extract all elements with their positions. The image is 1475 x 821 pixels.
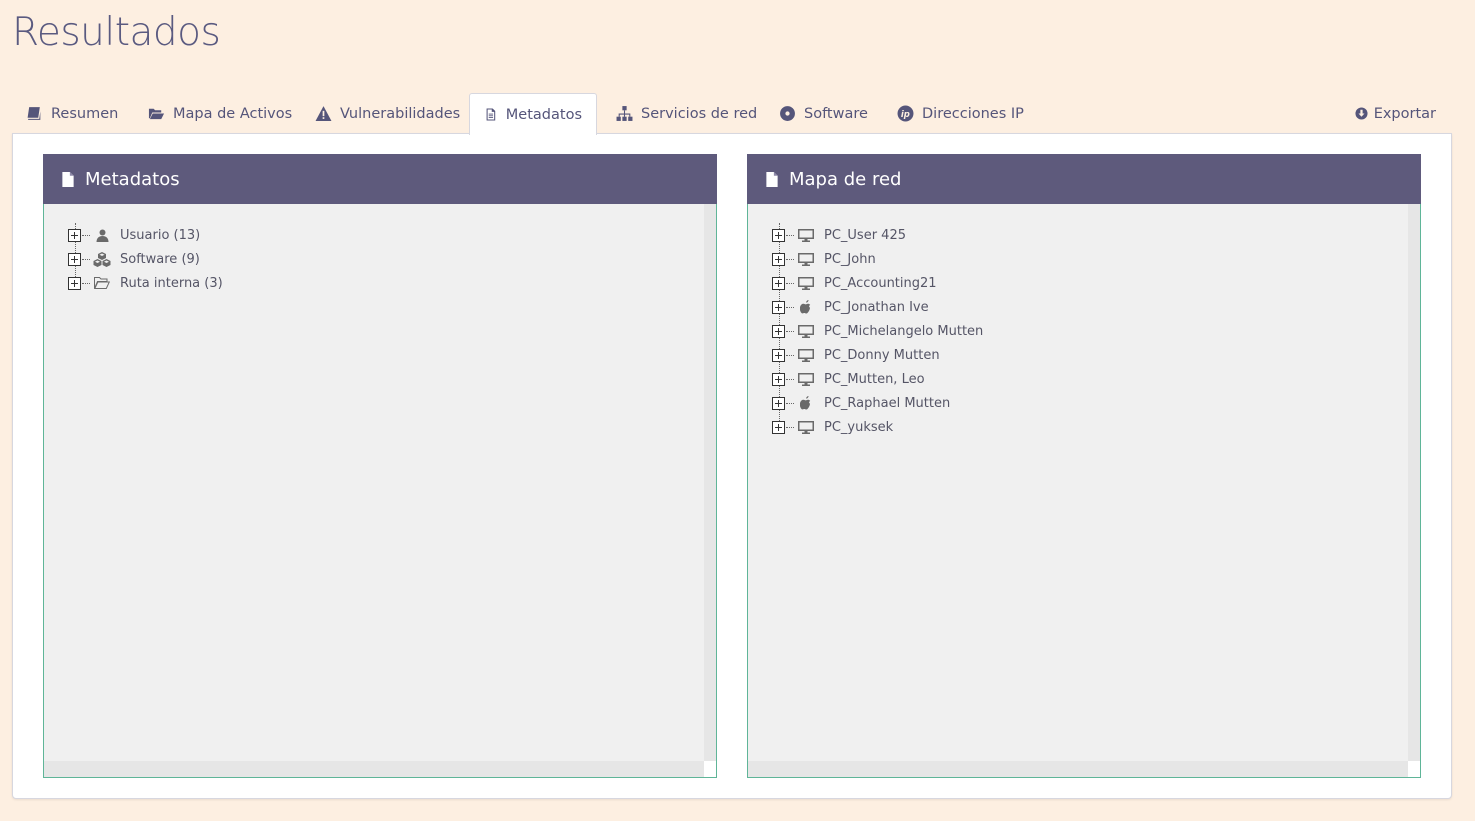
tree-node-label: PC_Accounting21 [824,275,937,291]
tree-node-software[interactable]: Software (9) [68,247,223,271]
tree-node-label: PC_Michelangelo Mutten [824,323,984,339]
expand-toggle[interactable] [772,300,785,314]
tree-node-label: PC_yuksek [824,419,894,435]
expand-toggle[interactable] [772,252,785,266]
expand-toggle[interactable] [68,252,81,266]
expand-toggle[interactable] [68,276,81,290]
tree-node-label: Usuario (13) [120,227,201,243]
tab-mapa-de-activos[interactable]: Mapa de Activos [134,93,306,134]
tab-label: Servicios de red [641,105,758,122]
apple-icon [800,300,811,314]
file-icon [766,171,778,187]
tab-metadatos[interactable]: Metadatos [469,93,597,135]
tree-node-pc[interactable]: PC_Accounting21 [772,271,983,295]
tree-node-label: Software (9) [120,251,200,267]
tree-node-pc[interactable]: PC_yuksek [772,415,983,439]
tree-node-pc[interactable]: PC_Mutten, Leo [772,367,983,391]
vertical-scrollbar[interactable] [704,204,716,761]
tree-node-pc[interactable]: PC_John [772,247,983,271]
desktop-icon [798,276,814,290]
metadata-panel-header: Metadatos [43,154,717,204]
tree-node-pc[interactable]: PC_User 425 [772,223,983,247]
tree-node-ruta-interna[interactable]: Ruta interna (3) [68,271,223,295]
disc-icon [780,106,795,121]
warning-icon [315,106,332,121]
folder-icon [94,277,110,289]
expand-toggle[interactable] [772,420,785,434]
metadata-tree: Usuario (13) Software (9) Ruta interna (… [68,223,223,295]
document-icon [486,108,496,121]
expand-toggle[interactable] [772,276,785,290]
vertical-scrollbar[interactable] [1408,204,1420,761]
tree-node-label: PC_Mutten, Leo [824,371,925,387]
horizontal-scrollbar[interactable] [44,761,704,777]
user-icon [96,229,108,242]
tree-node-pc[interactable]: PC_Donny Mutten [772,343,983,367]
svg-text:ip: ip [901,110,910,120]
network-map-panel-title: Mapa de red [789,168,902,190]
sitemap-icon [616,106,633,121]
tree-node-pc[interactable]: PC_Michelangelo Mutten [772,319,983,343]
tab-label: Vulnerabilidades [340,105,461,122]
tree-node-label: PC_Donny Mutten [824,347,940,363]
results-tabs: Resumen Mapa de Activos Vulnerabilidades… [12,93,1452,135]
export-label: Exportar [1373,105,1436,122]
desktop-icon [798,324,814,338]
tree-node-label: PC_John [824,251,876,267]
page-title: Resultados [12,10,221,55]
desktop-icon [798,348,814,362]
expand-toggle[interactable] [772,396,785,410]
book-icon [27,107,41,120]
tab-resumen[interactable]: Resumen [12,93,132,134]
tab-vulnerabilidades[interactable]: Vulnerabilidades [301,93,474,134]
tree-node-pc[interactable]: PC_Raphael Mutten [772,391,983,415]
network-map-panel: Mapa de red PC_User 425 PC_John PC_Accou… [747,154,1421,778]
apple-icon [800,396,811,410]
network-tree: PC_User 425 PC_John PC_Accounting21 PC_J… [772,223,983,439]
network-map-panel-header: Mapa de red [747,154,1421,204]
metadata-panel: Metadatos Usuario (13) Software (9) Ruta… [43,154,717,778]
desktop-icon [798,372,814,386]
tree-node-label: PC_User 425 [824,227,906,243]
tree-node-usuario[interactable]: Usuario (13) [68,223,223,247]
tree-node-pc[interactable]: PC_Jonathan Ive [772,295,983,319]
expand-toggle[interactable] [772,348,785,362]
download-circle-icon [1355,107,1368,120]
horizontal-scrollbar[interactable] [748,761,1408,777]
tab-servicios-de-red[interactable]: Servicios de red [602,93,771,134]
tab-direcciones-ip[interactable]: ip Direcciones IP [883,93,1038,134]
tab-label: Resumen [51,105,119,122]
tab-software[interactable]: Software [765,93,882,134]
expand-toggle[interactable] [772,324,785,338]
metadata-panel-title: Metadatos [85,168,180,190]
expand-toggle[interactable] [772,228,785,242]
folder-open-icon [148,108,165,120]
desktop-icon [798,228,814,242]
desktop-icon [798,420,814,434]
export-button[interactable]: Exportar [1355,93,1436,134]
tab-label: Mapa de Activos [173,105,293,122]
tree-node-label: PC_Jonathan Ive [824,299,929,315]
tab-label: Metadatos [505,106,582,123]
ip-icon: ip [897,105,914,122]
main-content: Metadatos Usuario (13) Software (9) Ruta… [12,133,1452,799]
tab-label: Software [804,105,868,122]
cubes-icon [93,251,111,267]
tree-node-label: Ruta interna (3) [120,275,223,291]
tab-label: Direcciones IP [922,105,1024,122]
tree-node-label: PC_Raphael Mutten [824,395,951,411]
expand-toggle[interactable] [772,372,785,386]
expand-toggle[interactable] [68,228,81,242]
desktop-icon [798,252,814,266]
file-icon [62,171,74,187]
